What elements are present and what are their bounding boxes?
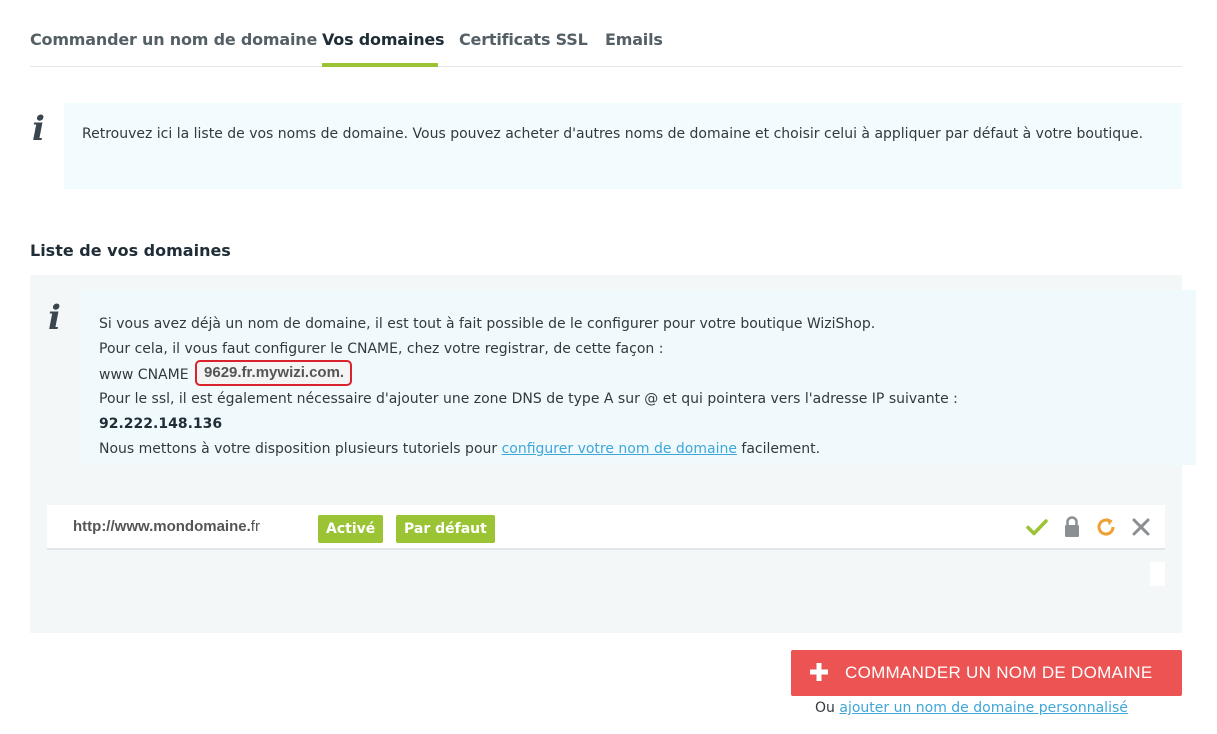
instruction-line: Si vous avez déjà un nom de domaine, il … [99,316,876,332]
domain-url-main: http://www.mondomaine. [73,518,251,535]
section-title: Liste de vos domaines [30,241,231,260]
check-icon[interactable] [1025,515,1049,539]
info-icon: i [48,298,61,338]
divider [12,560,30,587]
cname-value: 9629.fr.mywizi.com. [195,360,353,386]
intro-info-box: Retrouvez ici la liste de vos noms de do… [64,103,1182,189]
info-icon: i [32,109,45,149]
domain-url-tld: fr [250,518,260,535]
cname-line: www CNAME 9629.fr.mywizi.com. [99,360,958,387]
intro-info-text: Retrouvez ici la liste de vos noms de do… [82,126,1144,142]
tab-your-domains[interactable]: Vos domaines [322,30,445,49]
order-domain-button-label: COMMANDER UN NOM DE DOMAINE [845,663,1153,682]
tab-ssl-certificates[interactable]: Certificats SSL [459,30,588,49]
order-domain-button[interactable]: COMMANDER UN NOM DE DOMAINE [791,650,1182,696]
refresh-icon[interactable] [1094,515,1118,539]
custom-domain-line: Ou ajouter un nom de domaine personnalis… [815,700,1128,716]
tab-emails[interactable]: Emails [605,30,663,49]
tutorial-text: Nous mettons à votre disposition plusieu… [99,441,498,457]
tab-order-domain[interactable]: Commander un nom de domaine [30,30,317,49]
cname-label: www CNAME [99,367,189,383]
ip-address: 92.222.148.136 [99,416,223,432]
add-custom-domain-link[interactable]: ajouter un nom de domaine personnalisé [839,700,1128,716]
instruction-line: Pour le ssl, il est également nécessaire… [99,391,958,407]
instruction-line: Pour cela, il vous faut configurer le CN… [99,341,664,357]
configure-domain-link[interactable]: configurer votre nom de domaine [502,441,737,457]
lock-icon[interactable] [1060,515,1084,539]
custom-domain-prefix: Ou [815,700,835,716]
tutorial-text-end: facilement. [741,441,821,457]
domain-url: http://www.mondomaine.fr [73,518,260,535]
domain-row: http://www.mondomaine.fr Activé Par défa… [47,505,1165,550]
cname-instructions: Si vous avez déjà un nom de domaine, il … [99,312,958,462]
status-badge-default: Par défaut [396,515,495,543]
plus-icon [809,662,829,682]
divider [1150,562,1165,586]
close-icon[interactable] [1129,515,1153,539]
status-badge-active: Activé [318,515,384,543]
tab-bar: Commander un nom de domaine Vos domaines… [30,0,1182,67]
active-tab-indicator [322,63,438,67]
tutorial-line: Nous mettons à votre disposition plusieu… [99,437,958,462]
